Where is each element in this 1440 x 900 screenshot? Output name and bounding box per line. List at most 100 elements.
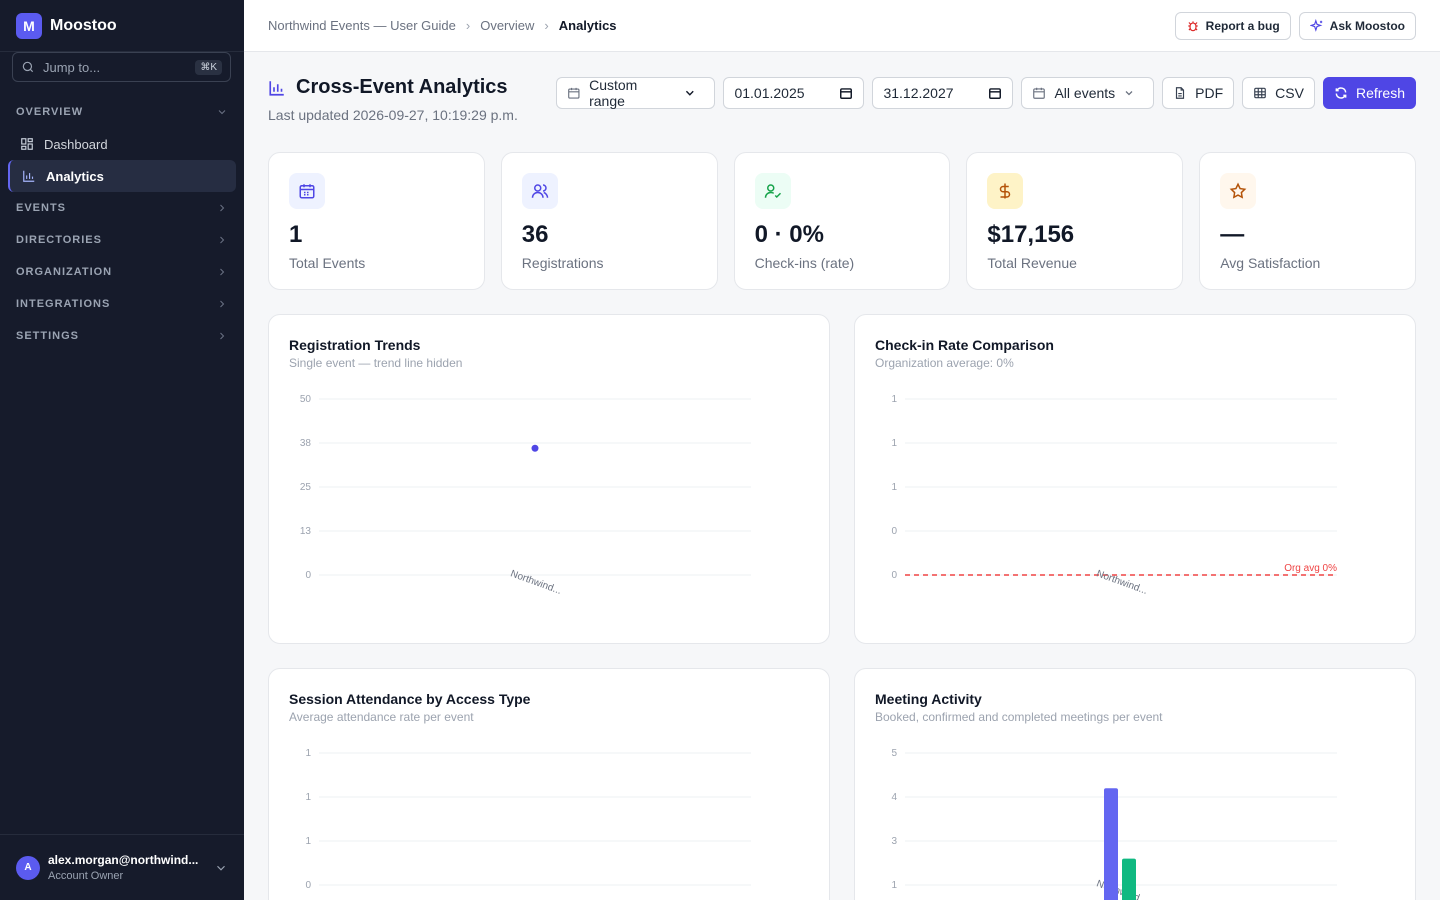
calendar-icon: [840, 88, 853, 99]
star-icon: [1220, 173, 1257, 209]
y-tick-label: 25: [300, 482, 312, 493]
refresh-button[interactable]: Refresh: [1322, 77, 1416, 109]
export-csv-button[interactable]: CSV: [1242, 77, 1315, 109]
bug-icon: [1187, 20, 1198, 31]
y-tick-label: 3: [891, 836, 897, 847]
date-from-input[interactable]: 01.01.2025: [723, 77, 865, 109]
kpi-label: Registrations: [521, 255, 604, 271]
calendar-icon: [568, 87, 580, 99]
y-tick-label: 1: [305, 792, 311, 803]
brand-logo: M: [16, 12, 42, 39]
nav-section-label: DIRECTORIES: [16, 234, 102, 246]
brand[interactable]: M Moostoo: [0, 0, 244, 52]
refresh-icon: [1335, 87, 1347, 99]
nav-section-organization[interactable]: ORGANIZATION: [0, 256, 244, 288]
topbar: Northwind Events — User Guide › Overview…: [244, 0, 1440, 52]
export-pdf-label: PDF: [1195, 85, 1224, 101]
y-tick-label: 1: [305, 748, 311, 759]
user-role: Account Owner: [48, 870, 124, 882]
export-pdf-button[interactable]: PDF: [1162, 77, 1235, 109]
kpi-card-total-revenue: $17,156 Total Revenue: [966, 152, 1184, 290]
x-tick-label: Northwind...: [509, 568, 563, 597]
report-bug-button[interactable]: Report a bug: [1174, 11, 1291, 40]
kpi-row: 1 Total Events 36 Registrations 0 · 0% C…: [268, 152, 1416, 290]
sidebar-nav: OVERVIEW Dashboard Analytics EVENTS DIRE…: [0, 96, 244, 352]
breadcrumb-item[interactable]: Northwind Events — User Guide: [268, 18, 456, 33]
nav-section-label: SETTINGS: [16, 330, 80, 342]
chevron-right-icon: ›: [544, 18, 549, 33]
kpi-card-check-ins: 0 · 0% Check-ins (rate): [733, 152, 951, 290]
nav-section-overview[interactable]: OVERVIEW: [0, 96, 244, 128]
nav-section-integrations[interactable]: INTEGRATIONS: [0, 288, 244, 320]
kpi-label: Avg Satisfaction: [1220, 255, 1321, 271]
export-csv-label: CSV: [1275, 85, 1304, 101]
date-to-input[interactable]: 31.12.2027: [872, 77, 1014, 109]
nav-section-events[interactable]: EVENTS: [0, 192, 244, 224]
x-tick-label: Northwind...: [1095, 568, 1149, 597]
kpi-card-avg-satisfaction: — Avg Satisfaction: [1199, 152, 1416, 290]
y-tick-label: 0: [891, 570, 897, 581]
bar-chart-icon: [269, 80, 284, 96]
user-info: alex.morgan@northwind... Account Owner: [48, 853, 198, 882]
data-point: [531, 444, 539, 452]
chevron-right-icon: [220, 332, 225, 340]
y-tick-label: 1: [305, 836, 311, 847]
kpi-value: 1: [289, 221, 303, 248]
events-select[interactable]: All events: [1021, 77, 1155, 109]
page-title: Cross-Event Analytics: [268, 76, 518, 99]
breadcrumb-item[interactable]: Overview: [480, 18, 534, 33]
search-shortcut: ⌘K: [195, 59, 222, 75]
y-tick-label: 5: [891, 748, 897, 759]
chevron-right-icon: [220, 236, 225, 244]
kpi-value: —: [1220, 221, 1245, 248]
nav-section-directories[interactable]: DIRECTORIES: [0, 224, 244, 256]
ask-moostoo-button[interactable]: Ask Moostoo: [1298, 11, 1416, 40]
range-select[interactable]: Custom range: [556, 77, 716, 109]
registration-trends-chart: 50 38 25 13 0 Northwind...: [300, 394, 751, 597]
bar-chart-icon: [23, 170, 35, 182]
ask-moostoo-label: Ask Moostoo: [1329, 18, 1405, 33]
chevron-down-icon: [685, 90, 694, 96]
users-icon: [521, 173, 558, 209]
meeting-activity-chart: 5 4 3 1 Northwind...: [891, 748, 1337, 900]
sidebar: M Moostoo Jump to... ⌘K OVERVIEW Dashboa…: [0, 0, 244, 900]
kpi-label: Total Events: [289, 255, 366, 271]
chart-card-registration-trends: Registration Trends Single event — trend…: [268, 314, 830, 644]
date-to-value: 31.12.2027: [883, 85, 954, 101]
sparkles-icon: [1309, 18, 1323, 32]
table-icon: [1254, 87, 1267, 99]
page-header: Cross-Event Analytics Last updated 2026-…: [268, 76, 518, 123]
chart-card-checkin-rate: Check-in Rate Comparison Organization av…: [854, 314, 1416, 644]
chevron-right-icon: ›: [465, 18, 471, 33]
user-check-icon: [754, 173, 791, 209]
chevron-down-icon: [1125, 91, 1133, 96]
nav-section-label: OVERVIEW: [16, 106, 84, 118]
search-placeholder: Jump to...: [43, 59, 101, 75]
checkin-rate-chart: 1 1 1 0 0 Org avg 0% Northwind...: [891, 394, 1337, 597]
session-attendance-chart: 1 1 1 0: [305, 748, 751, 891]
chart-card-meeting-activity: Meeting Activity Booked, confirmed and c…: [854, 668, 1416, 900]
user-menu[interactable]: A alex.morgan@northwind... Account Owner: [0, 834, 244, 900]
jump-to-search[interactable]: Jump to... ⌘K: [12, 52, 231, 82]
user-email: alex.morgan@northwind...: [48, 853, 199, 867]
chevron-right-icon: [220, 204, 225, 212]
kpi-value: 36: [521, 221, 549, 248]
y-tick-label: 4: [891, 792, 897, 803]
dollar-icon: [987, 173, 1024, 209]
kpi-value: $17,156: [987, 221, 1075, 248]
search-icon: [22, 61, 34, 73]
y-tick-label: 38: [300, 438, 312, 449]
sidebar-item-analytics[interactable]: Analytics: [8, 160, 236, 192]
file-icon: [1176, 87, 1185, 99]
nav-section-settings[interactable]: SETTINGS: [0, 320, 244, 352]
x-tick-label: Northwind...: [1095, 878, 1149, 900]
range-select-value: Custom range: [589, 77, 638, 109]
sidebar-item-label: Dashboard: [44, 136, 108, 152]
main-content: Cross-Event Analytics Last updated 2026-…: [244, 52, 1440, 900]
chevron-right-icon: [220, 268, 225, 276]
y-tick-label: 13: [300, 526, 312, 537]
brand-name: Moostoo: [50, 16, 117, 34]
sidebar-item-dashboard[interactable]: Dashboard: [8, 128, 236, 160]
date-from-value: 01.01.2025: [734, 85, 805, 101]
events-select-value: All events: [1054, 85, 1116, 101]
